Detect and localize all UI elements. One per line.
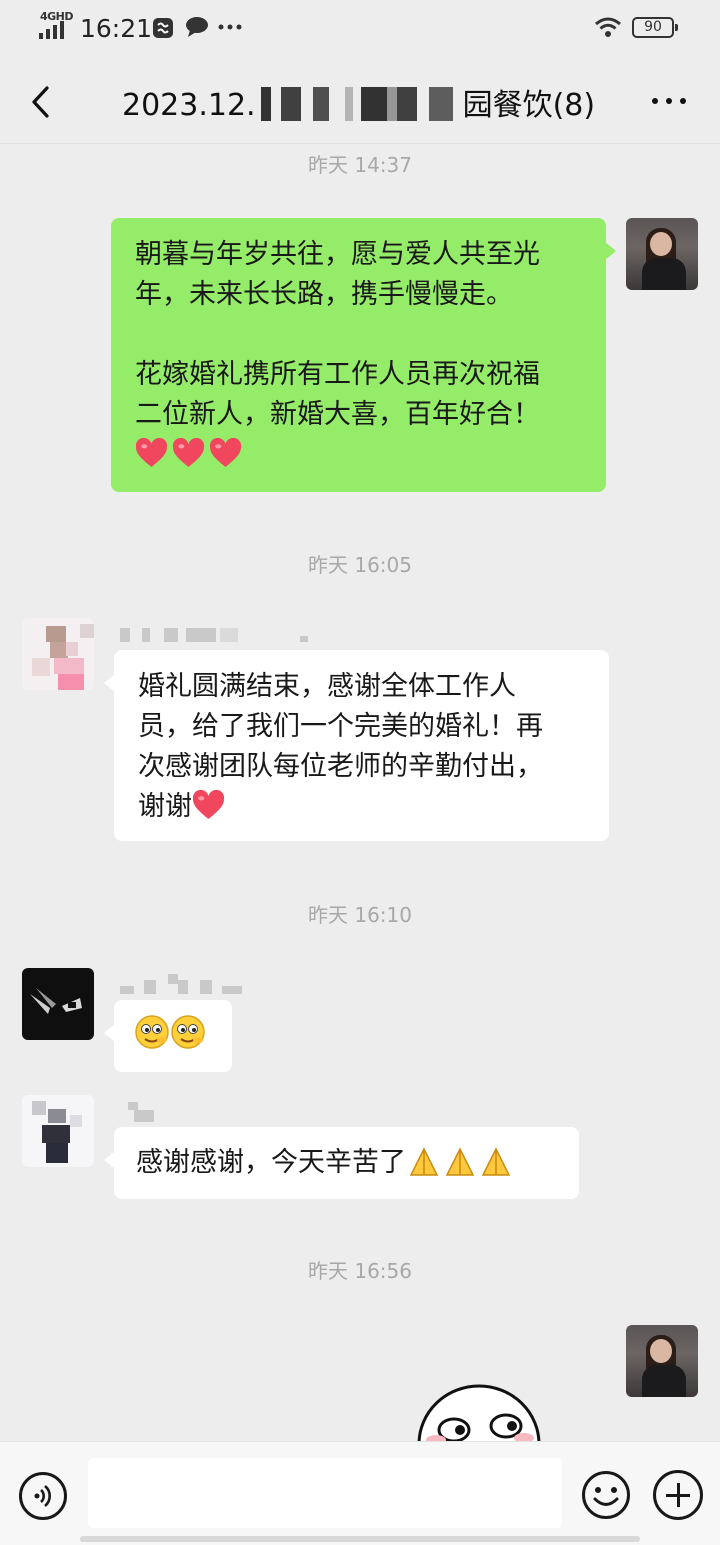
clock: 16:21 (80, 14, 153, 43)
message-input[interactable] (88, 1458, 562, 1528)
sticker-message[interactable] (416, 1382, 542, 1442)
wifi-icon (595, 17, 621, 37)
heart-emoji (172, 438, 205, 467)
input-bar (0, 1441, 720, 1545)
message-notification-icon (186, 17, 208, 37)
message-line: 婚礼圆满结束，感谢全体工作人 (138, 671, 516, 702)
message-bubble-other[interactable]: 婚礼圆满结束，感谢全体工作人 员，给了我们一个完美的婚礼！再 次感谢团队每位老师… (104, 650, 609, 841)
message-line: 朝暮与年岁共往，愿与爱人共至光 (135, 239, 540, 270)
back-arrow-icon[interactable] (26, 82, 56, 122)
timestamp: 昨天 16:56 (308, 1259, 412, 1283)
pray-emoji (409, 1147, 439, 1176)
message-text: 感谢感谢，今天辛苦了 (136, 1147, 406, 1178)
plus-icon[interactable] (653, 1470, 703, 1520)
message-line: 二位新人，新婚大喜，百年好合！ (135, 399, 540, 430)
heart-emoji (192, 790, 225, 819)
message-line: 谢谢 (138, 791, 192, 822)
timestamp: 昨天 16:05 (308, 553, 412, 577)
message-line: 年，未来长长路，携手慢慢走。 (135, 279, 513, 310)
emoji-icon[interactable] (581, 1470, 631, 1520)
sender-name-redacted (120, 974, 250, 994)
header-divider (0, 143, 720, 144)
grin-emoji (135, 1015, 169, 1049)
more-notifications-icon (218, 24, 242, 30)
heart-emoji-row (135, 435, 582, 475)
pray-emoji (481, 1147, 511, 1176)
sender-name-redacted (120, 628, 310, 642)
chat-title: 2023.12. 园餐饮(8) (122, 80, 595, 124)
self-avatar[interactable] (626, 1325, 698, 1397)
chat-title-suffix: 园餐饮(8) (462, 88, 596, 123)
app-notification-icon (153, 18, 173, 38)
sender-name-redacted (128, 1102, 158, 1122)
message-line: 员，给了我们一个完美的婚礼！再 (138, 711, 543, 742)
member-avatar[interactable] (22, 1095, 94, 1167)
chat-title-prefix: 2023.12. (122, 88, 256, 123)
heart-emoji (209, 438, 242, 467)
self-avatar[interactable] (626, 218, 698, 290)
redacted-title-mosaic (256, 87, 462, 121)
voice-icon[interactable] (19, 1472, 67, 1520)
battery-indicator: 90 (632, 17, 678, 38)
member-avatar[interactable] (22, 618, 94, 690)
pray-emoji (445, 1147, 475, 1176)
message-bubble-self[interactable]: 朝暮与年岁共往，愿与爱人共至光 年，未来长长路，携手慢慢走。 花嫁婚礼携所有工作… (111, 218, 616, 492)
message-bubble-other[interactable]: 感谢感谢，今天辛苦了 (104, 1127, 579, 1199)
gesture-bar (80, 1536, 640, 1542)
member-avatar[interactable] (22, 968, 94, 1040)
timestamp: 昨天 14:37 (308, 153, 412, 177)
status-bar: 4GHD 16:21 90 (0, 0, 720, 56)
chat-header: 2023.12. 园餐饮(8) (0, 56, 720, 144)
message-bubble-other[interactable] (104, 1000, 232, 1072)
signal-icon (39, 21, 64, 39)
heart-emoji (135, 438, 168, 467)
message-line-last: 谢谢 (138, 787, 585, 827)
more-icon[interactable] (652, 98, 686, 106)
message-line: 花嫁婚礼携所有工作人员再次祝福 (135, 359, 540, 390)
timestamp: 昨天 16:10 (308, 903, 412, 927)
message-line: 次感谢团队每位老师的辛勤付出， (138, 751, 543, 782)
grin-emoji (171, 1015, 205, 1049)
